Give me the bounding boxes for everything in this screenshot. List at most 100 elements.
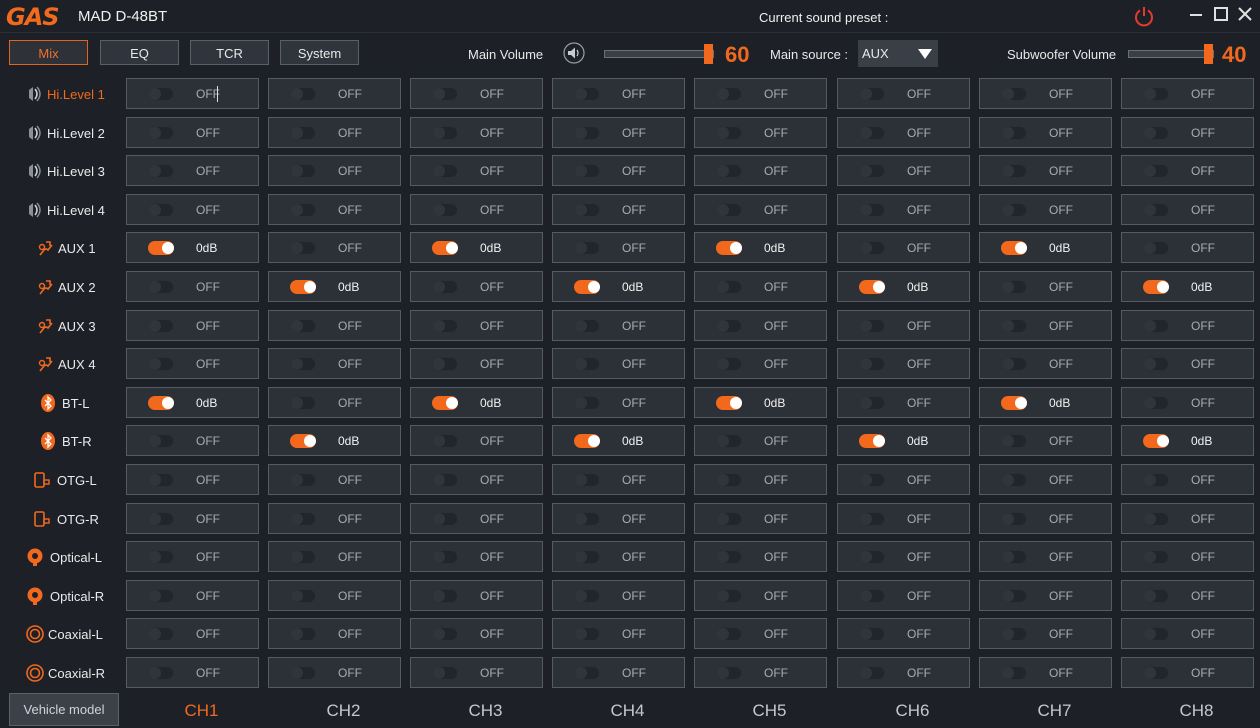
gain-value[interactable]: OFF	[1191, 241, 1215, 255]
mix-cell[interactable]: OFF	[268, 657, 401, 688]
gain-value[interactable]: OFF	[622, 512, 646, 526]
channel-label-ch4[interactable]: CH4	[561, 701, 694, 721]
route-toggle[interactable]	[432, 280, 458, 294]
row-label-bt-r[interactable]: BT-R	[0, 424, 122, 458]
gain-value[interactable]: OFF	[622, 87, 646, 101]
row-label-hi-level-4[interactable]: Hi.Level 4	[0, 193, 122, 227]
gain-value[interactable]: OFF	[480, 666, 504, 680]
mix-cell[interactable]: OFF	[694, 194, 827, 225]
row-label-aux-2[interactable]: AUX 2	[0, 270, 122, 304]
gain-value[interactable]: OFF	[907, 357, 931, 371]
gain-value[interactable]: OFF	[1049, 357, 1073, 371]
route-toggle[interactable]	[1143, 280, 1169, 294]
mix-cell[interactable]: OFF	[694, 310, 827, 341]
gain-value[interactable]: 0dB	[1191, 280, 1212, 294]
route-toggle[interactable]	[716, 319, 742, 333]
route-toggle[interactable]	[432, 319, 458, 333]
mix-cell[interactable]: OFF	[837, 464, 970, 495]
gain-value[interactable]: OFF	[196, 357, 220, 371]
route-toggle[interactable]	[148, 87, 174, 101]
gain-value[interactable]: OFF	[1191, 357, 1215, 371]
mix-cell[interactable]: 0dB	[979, 232, 1112, 263]
route-toggle[interactable]	[716, 357, 742, 371]
route-toggle[interactable]	[290, 550, 316, 564]
gain-value[interactable]: OFF	[338, 164, 362, 178]
gain-value[interactable]: OFF	[622, 473, 646, 487]
mix-cell[interactable]: OFF	[837, 503, 970, 534]
mix-cell[interactable]: OFF	[979, 618, 1112, 649]
mix-cell[interactable]: OFF	[837, 194, 970, 225]
row-label-hi-level-2[interactable]: Hi.Level 2	[0, 116, 122, 150]
mix-cell[interactable]: OFF	[126, 155, 259, 186]
subwoofer-volume-thumb[interactable]	[1204, 44, 1213, 64]
mix-cell[interactable]: OFF	[410, 657, 543, 688]
route-toggle[interactable]	[148, 627, 174, 641]
mix-cell[interactable]: OFF	[979, 78, 1112, 109]
mix-cell[interactable]: OFF	[552, 155, 685, 186]
mix-cell[interactable]: OFF	[126, 618, 259, 649]
gain-value[interactable]: OFF	[622, 589, 646, 603]
mix-cell[interactable]: 0dB	[837, 425, 970, 456]
route-toggle[interactable]	[859, 627, 885, 641]
row-label-aux-1[interactable]: AUX 1	[0, 231, 122, 265]
mix-cell[interactable]: OFF	[694, 503, 827, 534]
route-toggle[interactable]	[1001, 627, 1027, 641]
gain-value[interactable]: OFF	[907, 87, 931, 101]
route-toggle[interactable]	[1143, 241, 1169, 255]
route-toggle[interactable]	[148, 319, 174, 333]
gain-value[interactable]: OFF	[622, 241, 646, 255]
route-toggle[interactable]	[432, 666, 458, 680]
mix-cell[interactable]: OFF	[837, 657, 970, 688]
mix-cell[interactable]: OFF	[979, 194, 1112, 225]
mix-cell[interactable]: OFF	[268, 618, 401, 649]
mix-cell[interactable]: OFF	[1121, 78, 1254, 109]
gain-value[interactable]: OFF	[196, 666, 220, 680]
gain-value[interactable]: OFF	[764, 473, 788, 487]
row-label-otg-l[interactable]: OTG-L	[0, 463, 122, 497]
gain-value[interactable]: OFF	[907, 164, 931, 178]
gain-value[interactable]: OFF	[338, 126, 362, 140]
mix-cell[interactable]: OFF	[126, 425, 259, 456]
route-toggle[interactable]	[432, 434, 458, 448]
mix-cell[interactable]: OFF	[268, 310, 401, 341]
mix-cell[interactable]: OFF	[837, 78, 970, 109]
mix-cell[interactable]: 0dB	[268, 271, 401, 302]
route-toggle[interactable]	[1143, 627, 1169, 641]
gain-value[interactable]: OFF	[907, 319, 931, 333]
mix-cell[interactable]: 0dB	[1121, 425, 1254, 456]
gain-value[interactable]: OFF	[338, 473, 362, 487]
gain-value[interactable]: OFF	[1049, 627, 1073, 641]
mix-cell[interactable]: OFF	[694, 618, 827, 649]
route-toggle[interactable]	[290, 473, 316, 487]
route-toggle[interactable]	[1001, 164, 1027, 178]
route-toggle[interactable]	[432, 126, 458, 140]
mix-cell[interactable]: OFF	[410, 194, 543, 225]
mix-cell[interactable]: OFF	[126, 117, 259, 148]
route-toggle[interactable]	[716, 396, 742, 410]
mix-cell[interactable]: 0dB	[268, 425, 401, 456]
gain-value[interactable]: OFF	[1191, 203, 1215, 217]
mix-cell[interactable]: OFF	[552, 387, 685, 418]
route-toggle[interactable]	[148, 512, 174, 526]
route-toggle[interactable]	[574, 589, 600, 603]
mix-cell[interactable]: OFF	[694, 541, 827, 572]
route-toggle[interactable]	[859, 87, 885, 101]
channel-label-ch7[interactable]: CH7	[988, 701, 1121, 721]
gain-value[interactable]: OFF	[622, 126, 646, 140]
gain-value[interactable]: OFF	[480, 357, 504, 371]
tab-system[interactable]: System	[280, 40, 359, 65]
mix-cell[interactable]: OFF	[126, 194, 259, 225]
gain-value[interactable]: OFF	[1049, 550, 1073, 564]
gain-value[interactable]: OFF	[480, 473, 504, 487]
mix-cell[interactable]: OFF	[126, 348, 259, 379]
main-volume-slider[interactable]	[604, 44, 714, 64]
gain-value[interactable]: OFF	[196, 512, 220, 526]
gain-value[interactable]: OFF	[1049, 434, 1073, 448]
mix-cell[interactable]: OFF	[410, 348, 543, 379]
mix-cell[interactable]: OFF	[979, 464, 1112, 495]
mix-cell[interactable]: OFF	[126, 657, 259, 688]
gain-value[interactable]: OFF	[196, 126, 220, 140]
route-toggle[interactable]	[1143, 666, 1169, 680]
mix-cell[interactable]: OFF	[979, 503, 1112, 534]
mix-cell[interactable]: OFF	[410, 503, 543, 534]
